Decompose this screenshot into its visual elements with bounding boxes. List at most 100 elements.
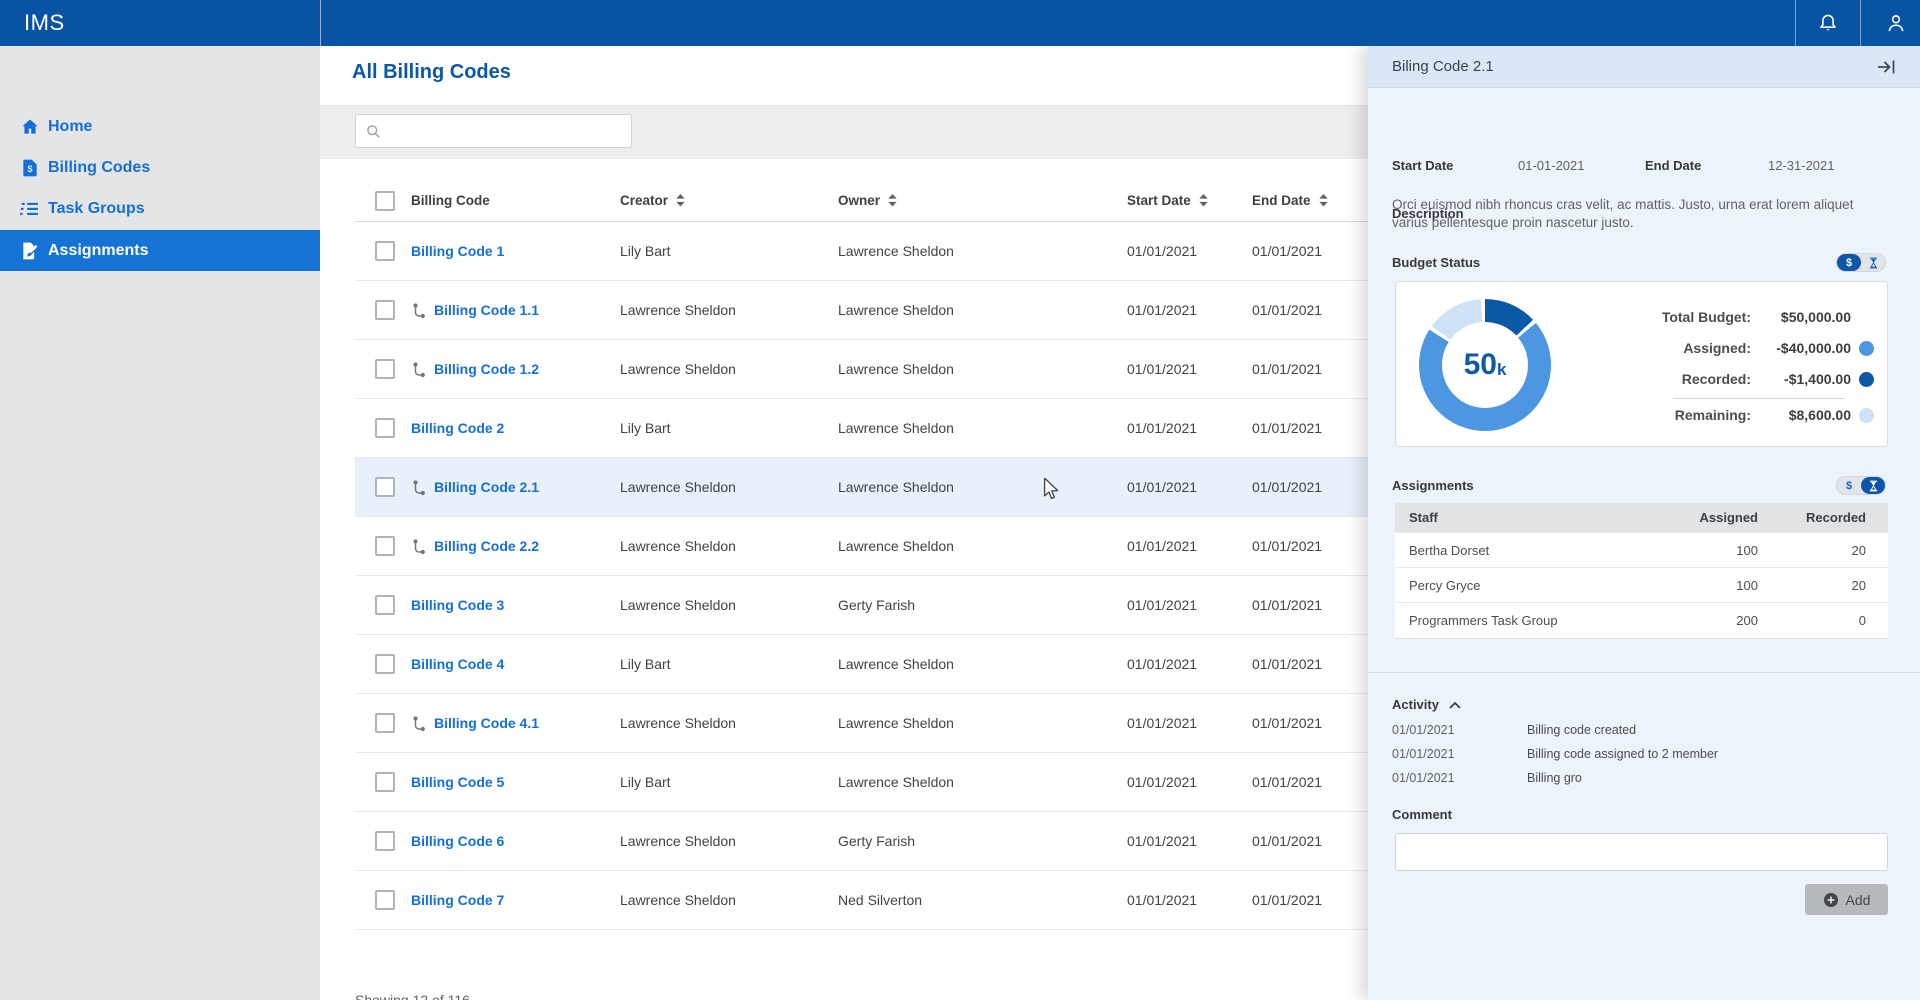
table-row-selected[interactable]: Billing Code 2.1 Lawrence Sheldon Lawren…: [355, 458, 1368, 517]
table-row[interactable]: Billing Code 1 Lily Bart Lawrence Sheldo…: [355, 222, 1368, 281]
column-header-end-date[interactable]: End Date: [1252, 180, 1328, 222]
sidebar-item-billing-codes[interactable]: $ Billing Codes: [0, 147, 320, 188]
comment-input[interactable]: [1395, 833, 1888, 871]
budget-status-label: Budget Status: [1392, 255, 1480, 270]
table-row[interactable]: Billing Code 2.2 Lawrence Sheldon Lawren…: [355, 517, 1368, 576]
assignment-row[interactable]: Percy Gryce 100 20: [1395, 568, 1888, 603]
row-checkbox[interactable]: [375, 241, 395, 261]
dollar-toggle-option[interactable]: $: [1837, 477, 1861, 494]
billing-code-link[interactable]: Billing Code 5: [411, 774, 504, 790]
start-date-value: 01-01-2021: [1518, 158, 1585, 173]
billing-codes-icon: $: [20, 158, 40, 178]
billing-code-link[interactable]: Billing Code 7: [411, 892, 504, 908]
billing-code-link[interactable]: Billing Code 1.2: [434, 361, 539, 377]
sidebar-item-assignments[interactable]: Assignments: [0, 230, 320, 271]
hourglass-toggle-option[interactable]: [1861, 477, 1885, 494]
assignments-table: Staff Assigned Recorded Bertha Dorset 10…: [1395, 503, 1888, 639]
table-row[interactable]: Billing Code 1.1 Lawrence Sheldon Lawren…: [355, 281, 1368, 340]
owner-cell: Ned Silverton: [838, 871, 922, 930]
row-checkbox[interactable]: [375, 713, 395, 733]
table-row[interactable]: Billing Code 2 Lily Bart Lawrence Sheldo…: [355, 399, 1368, 458]
table-row[interactable]: Billing Code 1.2 Lawrence Sheldon Lawren…: [355, 340, 1368, 399]
sort-icon[interactable]: [1319, 182, 1328, 224]
end-date-cell: 01/01/2021: [1252, 517, 1322, 576]
row-checkbox[interactable]: [375, 477, 395, 497]
billing-code-link[interactable]: Billing Code 1: [411, 243, 504, 259]
column-header-start-date[interactable]: Start Date: [1127, 180, 1208, 222]
assignment-row[interactable]: Programmers Task Group 200 0: [1395, 603, 1888, 638]
row-checkbox[interactable]: [375, 300, 395, 320]
creator-cell: Lawrence Sheldon: [620, 871, 736, 930]
budget-units-toggle[interactable]: $: [1836, 253, 1886, 272]
table-row[interactable]: Billing Code 6 Lawrence Sheldon Gerty Fa…: [355, 812, 1368, 871]
row-checkbox[interactable]: [375, 772, 395, 792]
user-account-icon[interactable]: [1884, 11, 1908, 35]
row-checkbox[interactable]: [375, 359, 395, 379]
billing-code-link[interactable]: Billing Code 3: [411, 597, 504, 613]
child-node-icon: [411, 715, 427, 736]
plus-circle-icon: [1823, 892, 1839, 908]
column-header-owner[interactable]: Owner: [838, 180, 897, 222]
start-date-cell: 01/01/2021: [1127, 812, 1197, 871]
table-row[interactable]: Billing Code 5 Lily Bart Lawrence Sheldo…: [355, 753, 1368, 812]
billing-code-link[interactable]: Billing Code 6: [411, 833, 504, 849]
table-row[interactable]: Billing Code 4.1 Lawrence Sheldon Lawren…: [355, 694, 1368, 753]
legend-dot-assigned: [1859, 341, 1874, 356]
sort-icon[interactable]: [676, 182, 685, 224]
legend-assigned: Assigned: -$40,000.00: [1591, 338, 1881, 358]
start-date-cell: 01/01/2021: [1127, 694, 1197, 753]
sort-icon[interactable]: [1199, 182, 1208, 224]
billing-code-link[interactable]: Billing Code 1.1: [434, 302, 539, 318]
collapse-panel-icon[interactable]: [1876, 58, 1898, 76]
owner-cell: Lawrence Sheldon: [838, 281, 954, 340]
notifications-bell-icon[interactable]: [1816, 11, 1840, 35]
dollar-toggle-option[interactable]: $: [1837, 254, 1861, 271]
sort-icon[interactable]: [888, 182, 897, 224]
sidebar-item-task-groups[interactable]: Task Groups: [0, 188, 320, 229]
table-row[interactable]: Billing Code 7 Lawrence Sheldon Ned Silv…: [355, 871, 1368, 930]
assignments-label: Assignments: [1392, 478, 1474, 493]
row-checkbox[interactable]: [375, 831, 395, 851]
billing-code-link[interactable]: Billing Code 4: [411, 656, 504, 672]
row-checkbox[interactable]: [375, 595, 395, 615]
owner-cell: Lawrence Sheldon: [838, 399, 954, 458]
activity-label[interactable]: Activity: [1392, 697, 1461, 712]
legend-total-budget: Total Budget: $50,000.00: [1591, 307, 1881, 327]
search-box[interactable]: [355, 114, 632, 148]
row-checkbox[interactable]: [375, 418, 395, 438]
end-date-label: End Date: [1645, 158, 1701, 173]
owner-cell: Lawrence Sheldon: [838, 694, 954, 753]
add-comment-button[interactable]: Add: [1805, 884, 1888, 915]
end-date-cell: 01/01/2021: [1252, 222, 1322, 281]
table-row[interactable]: Billing Code 4 Lily Bart Lawrence Sheldo…: [355, 635, 1368, 694]
row-checkbox[interactable]: [375, 536, 395, 556]
creator-cell: Lawrence Sheldon: [620, 517, 736, 576]
column-header-billing-code[interactable]: Billing Code: [411, 180, 490, 222]
billing-code-link[interactable]: Billing Code 4.1: [434, 715, 539, 731]
sidebar-item-home[interactable]: Home: [0, 106, 320, 147]
assignment-row[interactable]: Bertha Dorset 100 20: [1395, 533, 1888, 568]
hourglass-toggle-option[interactable]: [1861, 254, 1885, 271]
billing-code-link[interactable]: Billing Code 2.1: [434, 479, 539, 495]
table-row[interactable]: Billing Code 3 Lawrence Sheldon Gerty Fa…: [355, 576, 1368, 635]
chevron-up-icon[interactable]: [1449, 697, 1461, 712]
assignments-units-toggle[interactable]: $: [1836, 476, 1886, 495]
start-date-cell: 01/01/2021: [1127, 222, 1197, 281]
billing-code-link[interactable]: Billing Code 2.2: [434, 538, 539, 554]
billing-code-link[interactable]: Billing Code 2: [411, 420, 504, 436]
search-input[interactable]: [386, 116, 626, 146]
legend-divider: [1673, 398, 1845, 399]
select-all-checkbox[interactable]: [375, 191, 395, 211]
creator-cell: Lawrence Sheldon: [620, 812, 736, 871]
end-date-cell: 01/01/2021: [1252, 576, 1322, 635]
hourglass-icon: [1869, 480, 1878, 492]
row-checkbox[interactable]: [375, 654, 395, 674]
start-date-cell: 01/01/2021: [1127, 458, 1197, 517]
row-checkbox[interactable]: [375, 890, 395, 910]
creator-cell: Lawrence Sheldon: [620, 458, 736, 517]
page-title: All Billing Codes: [352, 61, 511, 84]
child-node-icon: [411, 361, 427, 382]
donut-center-label: 50k: [1442, 322, 1528, 408]
column-header-creator[interactable]: Creator: [620, 180, 685, 222]
start-date-cell: 01/01/2021: [1127, 517, 1197, 576]
